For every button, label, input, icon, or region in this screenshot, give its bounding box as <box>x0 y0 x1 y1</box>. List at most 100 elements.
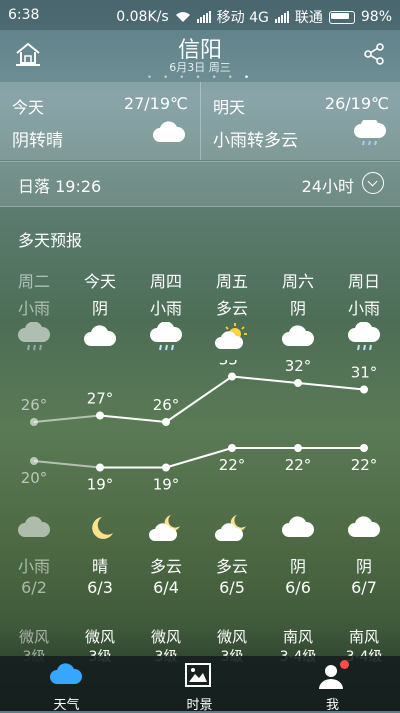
wind-direction: 南风 <box>282 628 313 646</box>
low-temp-label: 22° <box>219 456 246 474</box>
night-weather: 阴 <box>289 557 306 576</box>
day-weather: 小雨 <box>149 299 182 318</box>
rain-cloud-icon <box>150 322 182 351</box>
temperature-line-segment <box>33 414 101 423</box>
cloud-icon <box>282 325 315 346</box>
sun-cloud-icon <box>215 323 247 349</box>
hours24-label: 24小时 <box>301 177 354 196</box>
night-weather: 阴 <box>355 557 372 576</box>
temperature-chart: 26° 20° 27° 19° 26° 19° 33° 22° 32° 22° 31° 22° <box>21 360 378 494</box>
night-weather: 多云 <box>149 557 182 576</box>
cloud-icon <box>153 121 186 142</box>
tomorrow-temp: 26/19℃ <box>324 94 389 113</box>
cloud-icon <box>50 663 82 684</box>
night-weather-icon <box>67 513 133 547</box>
day-weather-icon <box>199 322 265 356</box>
low-temp-point <box>162 463 170 472</box>
day-weather-icon <box>331 322 397 356</box>
night-weather-icon <box>265 513 331 547</box>
high-temp-point <box>360 385 368 394</box>
rain-cloud-icon <box>354 120 386 146</box>
today-desc: 阴转晴 <box>12 131 63 151</box>
forecast-date: 6/2 <box>21 578 47 597</box>
low-temp-point <box>294 444 302 452</box>
sunset-row[interactable]: 日落 19:26 24小时 <box>0 161 400 207</box>
low-temp-point <box>30 457 38 465</box>
high-temp-label: 26° <box>21 396 48 414</box>
low-temp-label: 22° <box>285 456 312 474</box>
tab-bar: 天气 时景 我 <box>0 656 400 713</box>
day-name: 周四 <box>149 272 182 291</box>
sunset-time: 日落 19:26 <box>18 177 102 196</box>
tab-weather[interactable]: 天气 <box>0 656 133 713</box>
rain-cloud-icon <box>18 322 50 351</box>
day-weather-icon <box>1 322 67 356</box>
notification-badge <box>340 660 349 669</box>
temperature-line-segment <box>231 375 299 384</box>
today-card[interactable]: 今天 27/19℃ 阴转晴 <box>0 82 200 160</box>
signal-icon <box>196 11 211 23</box>
low-temp-point <box>228 444 236 452</box>
battery-icon <box>328 10 355 24</box>
day-weather: 小雨 <box>17 299 50 318</box>
network-speed: 0.08K/s <box>116 9 169 25</box>
tomorrow-label: 明天 <box>213 98 246 117</box>
wind-direction: 微风 <box>18 628 49 646</box>
status-bar: 6:38 0.08K/s 移动 4G 联通 98% <box>0 0 400 30</box>
forecast-date: 6/4 <box>153 578 179 597</box>
night-weather-icon <box>133 513 199 547</box>
high-temp-point <box>30 418 38 426</box>
tab-label: 我 <box>325 698 339 713</box>
carrier-2: 联通 <box>294 10 323 26</box>
low-temp-label: 20° <box>21 469 48 487</box>
low-temp-point <box>360 444 368 452</box>
moon-cloud-icon <box>215 515 246 541</box>
today-tomorrow-panel: 今天 27/19℃ 阴转晴 明天 26/19℃ 小雨转多云 <box>0 82 400 160</box>
wind-direction: 微风 <box>84 628 115 646</box>
day-name: 今天 <box>83 272 116 291</box>
wind-direction: 微风 <box>150 628 181 646</box>
cloud-icon <box>18 516 51 537</box>
night-weather-icon <box>331 513 397 547</box>
low-temp-label: 19° <box>153 476 180 494</box>
day-name: 周日 <box>347 272 380 291</box>
tomorrow-card[interactable]: 明天 26/19℃ 小雨转多云 <box>200 82 400 160</box>
forecast-title: 多天预报 <box>18 231 83 250</box>
high-temp-label: 27° <box>87 390 114 408</box>
wind-direction: 微风 <box>216 628 247 646</box>
temperature-line-segment <box>297 382 365 391</box>
day-weather: 小雨 <box>347 299 380 318</box>
rain-cloud-icon <box>348 322 380 351</box>
forecast-date: 6/7 <box>351 578 377 597</box>
header: 信阳 6月3日 周三 • • • • • • • <box>0 30 400 83</box>
day-name: 周六 <box>281 272 314 291</box>
wind-direction: 南风 <box>348 628 379 646</box>
today-label: 今天 <box>12 98 45 117</box>
share-icon[interactable] <box>362 42 386 66</box>
signal-icon <box>274 11 289 23</box>
night-weather: 晴 <box>91 557 108 576</box>
moon-icon <box>92 517 113 539</box>
tab-me[interactable]: 我 <box>266 656 399 713</box>
high-temp-point <box>228 372 236 381</box>
tab-scenery[interactable]: 时景 <box>133 656 266 713</box>
cloud-icon <box>282 516 315 537</box>
chevron-down-icon[interactable] <box>362 172 384 194</box>
day-weather-icon <box>265 322 331 356</box>
cloud-icon <box>84 325 117 346</box>
battery-level: 98% <box>360 9 392 25</box>
wifi-icon <box>175 12 190 22</box>
tomorrow-desc: 小雨转多云 <box>213 131 298 151</box>
forecast-date: 6/6 <box>285 578 311 597</box>
low-temp-point <box>96 463 104 472</box>
day-weather: 阴 <box>91 299 108 318</box>
temperature-line-segment <box>99 414 167 423</box>
forecast-date: 6/3 <box>87 578 113 597</box>
low-temp-label: 19° <box>87 476 114 494</box>
low-temp-label: 22° <box>351 456 378 474</box>
high-temp-point <box>162 418 170 426</box>
day-weather: 多云 <box>215 299 248 318</box>
night-weather-icon <box>1 513 67 547</box>
day-name: 周二 <box>17 272 50 291</box>
high-temp-label: 33° <box>219 360 246 369</box>
